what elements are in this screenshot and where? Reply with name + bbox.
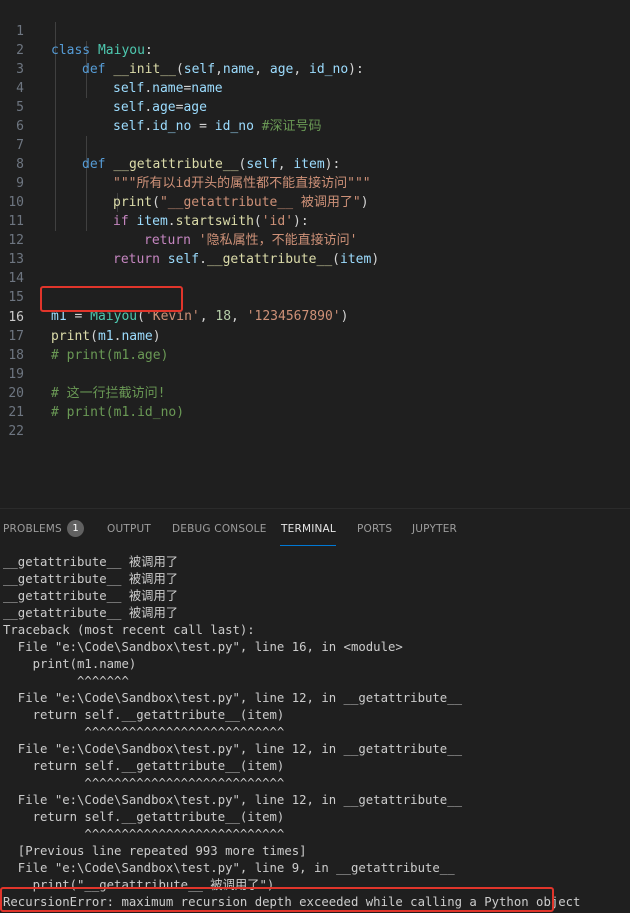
problems-count-badge: 1 [67, 520, 84, 537]
code-line[interactable]: 10 if item.startswith('id'): [0, 174, 630, 229]
annotation-highlight-box [0, 887, 554, 912]
terminal-line: __getattribute__ 被调用了 [3, 555, 179, 569]
terminal-line: __getattribute__ 被调用了 [3, 572, 179, 586]
code-line[interactable]: 4 self.age=age [0, 60, 630, 115]
code-line[interactable]: 14 [0, 250, 630, 286]
terminal-line: return self.__getattribute__(item) [3, 708, 285, 722]
terminal-line: File "e:\Code\Sandbox\test.py", line 12,… [3, 793, 463, 807]
terminal-line: ^^^^^^^^^^^^^^^^^^^^^^^^^^^ [3, 827, 285, 841]
terminal-line: ^^^^^^^ [3, 674, 129, 688]
tab-terminal[interactable]: TERMINAL [281, 523, 336, 535]
tab-problems[interactable]: PROBLEMS [3, 523, 62, 535]
code-line[interactable]: 18 [0, 327, 630, 363]
terminal-line: print(m1.name) [3, 657, 137, 671]
code-editor[interactable]: 1 class Maiyou: 2 def __init__(self,name… [0, 0, 630, 508]
code-line[interactable]: 3 self.name=name [0, 41, 630, 96]
tab-output[interactable]: OUTPUT [107, 523, 151, 535]
terminal-output[interactable]: __getattribute__ 被调用了 __getattribute__ 被… [0, 546, 630, 913]
code-line[interactable]: 7 def __getattribute__(self, item): [0, 117, 630, 172]
terminal-line: __getattribute__ 被调用了 [3, 589, 179, 603]
line-number: 22 [8, 424, 24, 439]
code-line[interactable]: 8 """所有以id开头的属性都不能直接访问""" [0, 136, 630, 191]
tab-ports[interactable]: PORTS [357, 523, 392, 535]
code-line[interactable]: 19 # 这一行拦截访问! [0, 346, 630, 401]
terminal-line: File "e:\Code\Sandbox\test.py", line 9, … [3, 861, 455, 875]
terminal-line: File "e:\Code\Sandbox\test.py", line 12,… [3, 691, 463, 705]
code-line[interactable]: 6 [0, 98, 630, 134]
terminal-line: ^^^^^^^^^^^^^^^^^^^^^^^^^^^ [3, 725, 285, 739]
code-line[interactable]: 20 # print(m1.id_no) [0, 365, 630, 420]
tab-jupyter[interactable]: JUPYTER [412, 523, 457, 535]
terminal-line: return self.__getattribute__(item) [3, 810, 285, 824]
code-line[interactable]: 1 class Maiyou: [0, 3, 630, 58]
panel-tab-bar: PROBLEMS 1 OUTPUT DEBUG CONSOLE TERMINAL… [0, 508, 630, 546]
code-line[interactable]: 13 [0, 231, 630, 267]
code-line[interactable]: 12 return self.__getattribute__(item) [0, 212, 630, 267]
terminal-line: return self.__getattribute__(item) [3, 759, 285, 773]
code-line[interactable]: 9 print("__getattribute__ 被调用了") [0, 155, 630, 210]
code-line[interactable]: 5 self.id_no = id_no #深证号码 [0, 79, 630, 134]
terminal-line: ^^^^^^^^^^^^^^^^^^^^^^^^^^^ [3, 776, 285, 790]
terminal-line: File "e:\Code\Sandbox\test.py", line 12,… [3, 742, 463, 756]
terminal-line: File "e:\Code\Sandbox\test.py", line 16,… [3, 640, 403, 654]
terminal-line: Traceback (most recent call last): [3, 623, 255, 637]
code-line[interactable]: 21 [0, 384, 630, 420]
code-line[interactable]: 22 [0, 403, 630, 439]
code-line[interactable]: 11 return '隐私属性，不能直接访问' [0, 193, 630, 248]
code-line[interactable]: 2 def __init__(self,name, age, id_no): [0, 22, 630, 77]
terminal-line: __getattribute__ 被调用了 [3, 606, 179, 620]
annotation-highlight-box [40, 286, 183, 312]
terminal-line: [Previous line repeated 993 more times] [3, 844, 307, 858]
tab-debug-console[interactable]: DEBUG CONSOLE [172, 523, 267, 535]
